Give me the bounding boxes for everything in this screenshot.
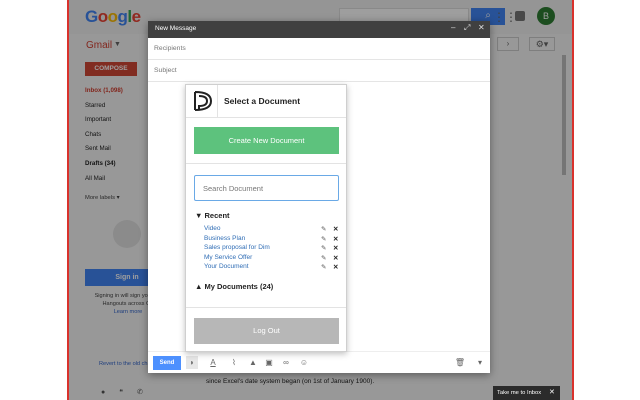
send-button[interactable]: Send (153, 356, 181, 370)
divider (217, 85, 218, 117)
caret-up-icon: ▲ (195, 282, 205, 291)
document-logo-icon (194, 91, 213, 111)
delete-icon[interactable]: ✕ (333, 244, 338, 252)
create-new-document-button[interactable]: Create New Document (194, 127, 339, 154)
close-icon[interactable]: ✕ (478, 23, 485, 32)
list-item: Your Document ✎ ✕ (204, 263, 344, 273)
close-icon[interactable]: ✕ (549, 386, 555, 400)
banner-text: Take me to Inbox (497, 390, 542, 396)
frame-border-right (572, 0, 574, 400)
list-item: Business Plan ✎ ✕ (204, 235, 344, 245)
link-icon[interactable]: ∞ (280, 356, 292, 369)
subject-field[interactable]: Subject (154, 67, 177, 74)
list-item: My Service Offer ✎ ✕ (204, 254, 344, 264)
my-documents-label: My Documents (24) (204, 282, 274, 291)
frame-border-left (67, 0, 69, 400)
list-item: Video ✎ ✕ (204, 225, 344, 235)
pencil-icon[interactable]: ✎ (321, 235, 326, 243)
recipients-field[interactable]: Recipients (154, 45, 186, 52)
document-plugin-icon[interactable]: ◗ (186, 356, 198, 369)
document-link[interactable]: Your Document (204, 263, 249, 270)
page-gutter-right (574, 0, 640, 400)
document-link[interactable]: Business Plan (204, 235, 245, 242)
take-me-to-inbox-banner[interactable]: Take me to Inbox ✕ (493, 386, 560, 400)
recent-label: Recent (204, 211, 230, 220)
delete-icon[interactable]: ✕ (333, 254, 338, 262)
compose-title: New Message (155, 25, 197, 32)
page-gutter-left (0, 0, 68, 400)
formatting-icon[interactable]: A (207, 356, 219, 369)
delete-icon[interactable]: ✕ (333, 235, 338, 243)
photo-icon[interactable]: ▣ (263, 356, 275, 369)
delete-icon[interactable]: ✕ (333, 225, 338, 233)
document-link[interactable]: Video (204, 225, 221, 232)
emoji-icon[interactable]: ☺ (298, 356, 310, 369)
trash-icon[interactable]: 🗑 (454, 356, 466, 369)
divider (186, 117, 346, 118)
pencil-icon[interactable]: ✎ (321, 244, 326, 252)
divider (148, 81, 490, 82)
popup-title: Select a Document (224, 96, 301, 106)
delete-icon[interactable]: ✕ (333, 263, 338, 271)
recent-section-toggle[interactable]: ▼ Recent (195, 211, 230, 220)
logout-button[interactable]: Log Out (194, 318, 339, 344)
my-documents-section-toggle[interactable]: ▲ My Documents (24) (195, 282, 273, 291)
minimize-icon[interactable]: – (451, 23, 455, 32)
pencil-icon[interactable]: ✎ (321, 263, 326, 271)
recent-documents-list: Video ✎ ✕ Business Plan ✎ ✕ Sales propos… (204, 225, 344, 273)
divider (186, 163, 346, 164)
attach-icon[interactable]: ⌇ (228, 356, 240, 369)
document-link[interactable]: Sales proposal for Dim (204, 244, 270, 251)
compose-titlebar: New Message – ⤢ ✕ (148, 21, 490, 38)
document-picker-popup: Select a Document Create New Document ▼ … (185, 84, 347, 352)
divider (186, 307, 346, 308)
more-options-icon[interactable]: ▾ (474, 356, 486, 369)
drive-icon[interactable]: ▲ (247, 356, 259, 369)
compose-toolbar: Send ◗ A ⌇ ▲ ▣ ∞ ☺ 🗑 ▾ (148, 351, 490, 373)
pencil-icon[interactable]: ✎ (321, 225, 326, 233)
pencil-icon[interactable]: ✎ (321, 254, 326, 262)
list-item: Sales proposal for Dim ✎ ✕ (204, 244, 344, 254)
search-document-input[interactable] (194, 175, 339, 201)
expand-icon[interactable]: ⤢ (464, 23, 470, 33)
divider (148, 59, 490, 60)
caret-down-icon: ▼ (195, 211, 205, 220)
document-link[interactable]: My Service Offer (204, 254, 252, 261)
